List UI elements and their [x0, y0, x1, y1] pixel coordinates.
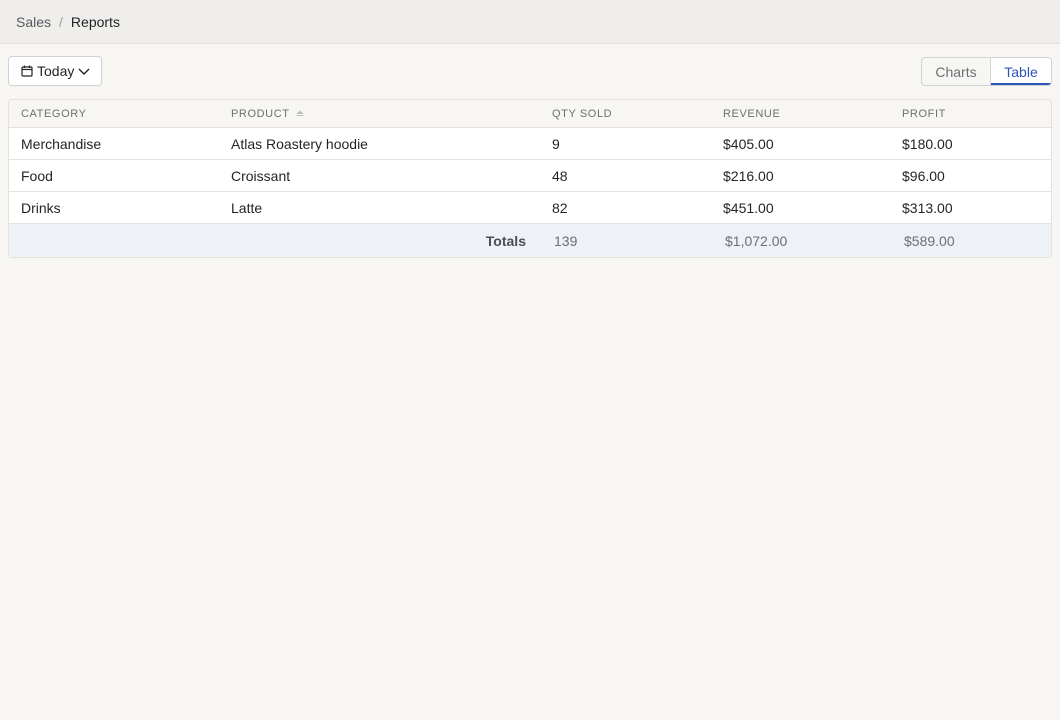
date-range-label: Today: [37, 63, 75, 79]
report-table: CATEGORY PRODUCT QTY SOLD REVENUE PROFIT…: [8, 99, 1052, 258]
totals-label: Totals: [485, 233, 526, 249]
totals-row: Totals 139 $1,072.00 $589.00: [9, 224, 1051, 257]
cell-revenue: $451.00: [723, 200, 774, 216]
column-header-product-label: PRODUCT: [231, 108, 290, 120]
table-row[interactable]: Food Croissant 48 $216.00 $96.00: [9, 160, 1051, 192]
cell-qty-sold: 9: [552, 136, 560, 152]
cell-revenue: $405.00: [723, 136, 774, 152]
breadcrumb-sales-link[interactable]: Sales: [16, 14, 51, 30]
cell-category: Food: [21, 168, 53, 184]
cell-product: Croissant: [231, 168, 291, 184]
cell-profit: $313.00: [902, 200, 953, 216]
total-profit: $589.00: [904, 233, 955, 249]
date-range-dropdown[interactable]: Today: [8, 56, 102, 86]
cell-profit: $180.00: [902, 136, 953, 152]
breadcrumb-separator: /: [59, 13, 63, 30]
cell-category: Merchandise: [21, 136, 102, 152]
cell-category: Drinks: [21, 200, 61, 216]
column-header-qty-sold[interactable]: QTY SOLD: [552, 108, 612, 120]
column-header-revenue[interactable]: REVENUE: [723, 108, 780, 120]
cell-qty-sold: 48: [552, 168, 568, 184]
calendar-icon: [21, 65, 33, 77]
table-row[interactable]: Merchandise Atlas Roastery hoodie 9 $405…: [9, 128, 1051, 160]
cell-profit: $96.00: [902, 168, 945, 184]
view-toggle: Charts Table: [921, 57, 1052, 86]
total-revenue: $1,072.00: [725, 233, 788, 249]
cell-revenue: $216.00: [723, 168, 774, 184]
chevron-down-icon: [78, 68, 90, 75]
column-header-product[interactable]: PRODUCT: [231, 108, 304, 120]
total-qty-sold: 139: [554, 233, 578, 249]
sort-ascending-icon: [296, 110, 304, 116]
table-header: CATEGORY PRODUCT QTY SOLD REVENUE PROFIT: [9, 100, 1051, 128]
column-header-category[interactable]: CATEGORY: [21, 108, 87, 120]
cell-qty-sold: 82: [552, 200, 568, 216]
table-view-button[interactable]: Table: [991, 58, 1051, 85]
table-row[interactable]: Drinks Latte 82 $451.00 $313.00: [9, 192, 1051, 224]
column-header-profit[interactable]: PROFIT: [902, 108, 946, 120]
breadcrumb-current-page: Reports: [70, 13, 120, 30]
breadcrumb-bar: Sales / Reports: [0, 0, 1060, 44]
charts-view-button[interactable]: Charts: [922, 58, 991, 85]
cell-product: Latte: [231, 200, 263, 216]
cell-product: Atlas Roastery hoodie: [231, 136, 368, 152]
